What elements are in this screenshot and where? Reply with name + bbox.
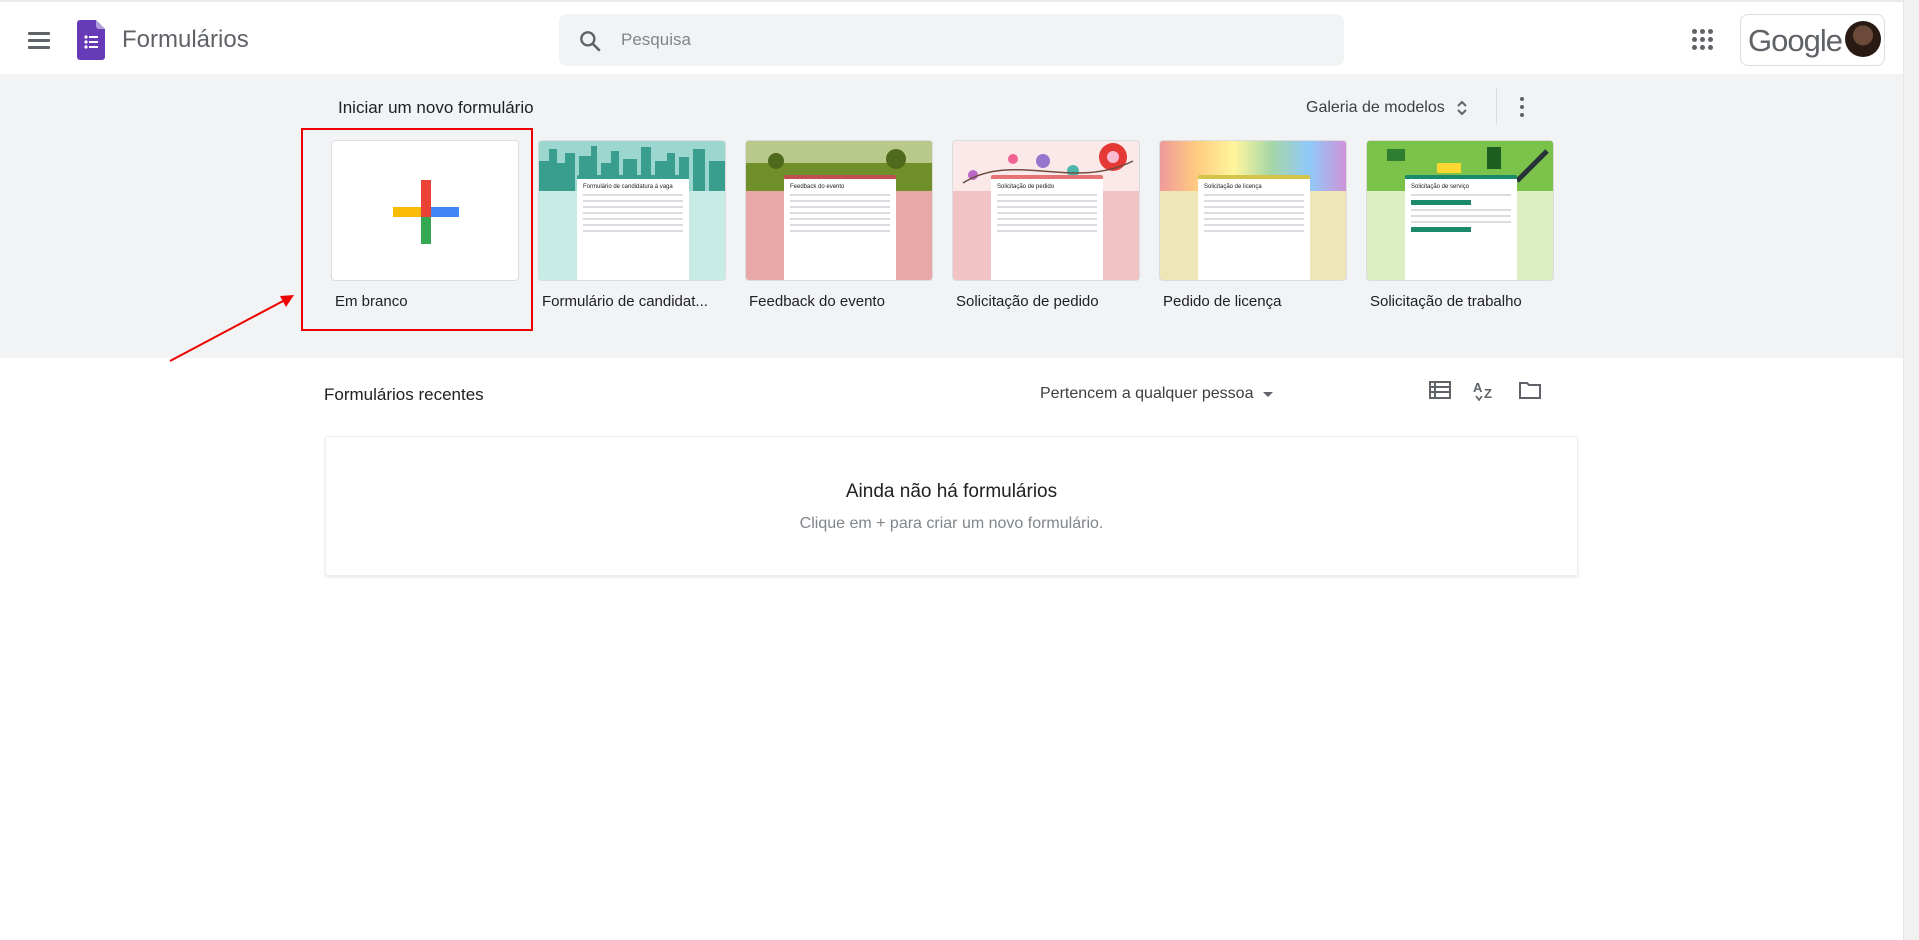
divider [1496,88,1497,124]
template-thumbnail[interactable]: Formulário de candidatura à vaga [538,140,726,281]
owner-filter-dropdown[interactable]: Pertencem a qualquer pessoa [1040,378,1274,410]
form-preview: Solicitação de serviço [1405,175,1517,280]
folder-icon[interactable] [1514,374,1546,406]
dropdown-arrow-icon [1263,391,1274,397]
form-preview: Formulário de candidatura à vaga [577,175,689,280]
template-thumbnail[interactable]: Solicitação de licença [1159,140,1347,281]
owner-filter-label: Pertencem a qualquer pessoa [1040,385,1254,402]
main-menu-button[interactable] [20,22,58,58]
template-job-application[interactable]: Formulário de candidatura à vaga Formulá… [538,140,726,310]
form-preview: Solicitação de pedido [991,175,1103,280]
avatar[interactable] [1845,21,1881,57]
unfold-icon [1457,100,1467,116]
template-order-request[interactable]: Solicitação de pedido Solicitação de ped… [952,140,1140,310]
search-box[interactable] [559,14,1344,66]
template-gallery: Iniciar um novo formulário Galeria de mo… [0,74,1903,358]
form-preview: Solicitação de licença [1198,175,1310,280]
template-label: Formulário de candidat... [542,293,708,310]
template-gallery-button[interactable]: Galeria de modelos [1300,90,1475,126]
template-event-feedback[interactable]: Feedback do evento Feedback do evento [745,140,933,310]
template-heading: Feedback do evento [790,184,845,190]
template-work-request[interactable]: Solicitação de serviço Solicitação de tr… [1366,140,1554,310]
svg-text:Z: Z [1484,386,1492,401]
empty-state-title: Ainda não há formulários [845,481,1058,502]
svg-text:A: A [1473,380,1483,395]
forms-logo-icon[interactable] [77,20,105,60]
template-heading: Solicitação de serviço [1411,184,1470,190]
google-apps-icon[interactable] [1690,27,1716,53]
annotation-highlight-box [301,128,533,331]
recent-forms-title: Formulários recentes [324,385,484,404]
template-label: Pedido de licença [1163,293,1282,310]
template-label: Solicitação de pedido [956,293,1099,310]
template-label: Solicitação de trabalho [1370,293,1522,310]
template-heading: Solicitação de licença [1204,184,1262,190]
app-title[interactable]: Formulários [122,26,249,54]
template-thumbnail[interactable]: Feedback do evento [745,140,933,281]
template-thumbnail[interactable]: Solicitação de serviço [1366,140,1554,281]
account-button[interactable]: Google [1740,14,1885,66]
list-view-icon[interactable] [1424,374,1456,406]
empty-state-card: Ainda não há formulários Clique em + par… [325,436,1578,576]
gallery-title: Iniciar um novo formulário [338,98,534,117]
page-scrollbar[interactable] [1903,0,1919,940]
sort-az-icon[interactable]: A Z [1469,374,1501,406]
search-input[interactable] [621,14,1321,66]
form-preview: Feedback do evento [784,175,896,280]
template-thumbnail[interactable]: Solicitação de pedido [952,140,1140,281]
empty-state-hint: Clique em + para criar um novo formulári… [799,515,1104,532]
google-brand-label: Google [1748,23,1843,58]
top-app-bar: Formulários Google [0,0,1903,74]
more-options-icon[interactable] [1510,92,1534,122]
template-leave-request[interactable]: Solicitação de licença Pedido de licença [1159,140,1347,310]
template-label: Feedback do evento [749,293,885,310]
search-icon[interactable] [577,28,603,54]
template-gallery-label: Galeria de modelos [1306,99,1445,116]
template-heading: Solicitação de pedido [997,184,1055,190]
template-heading: Formulário de candidatura à vaga [583,184,673,190]
